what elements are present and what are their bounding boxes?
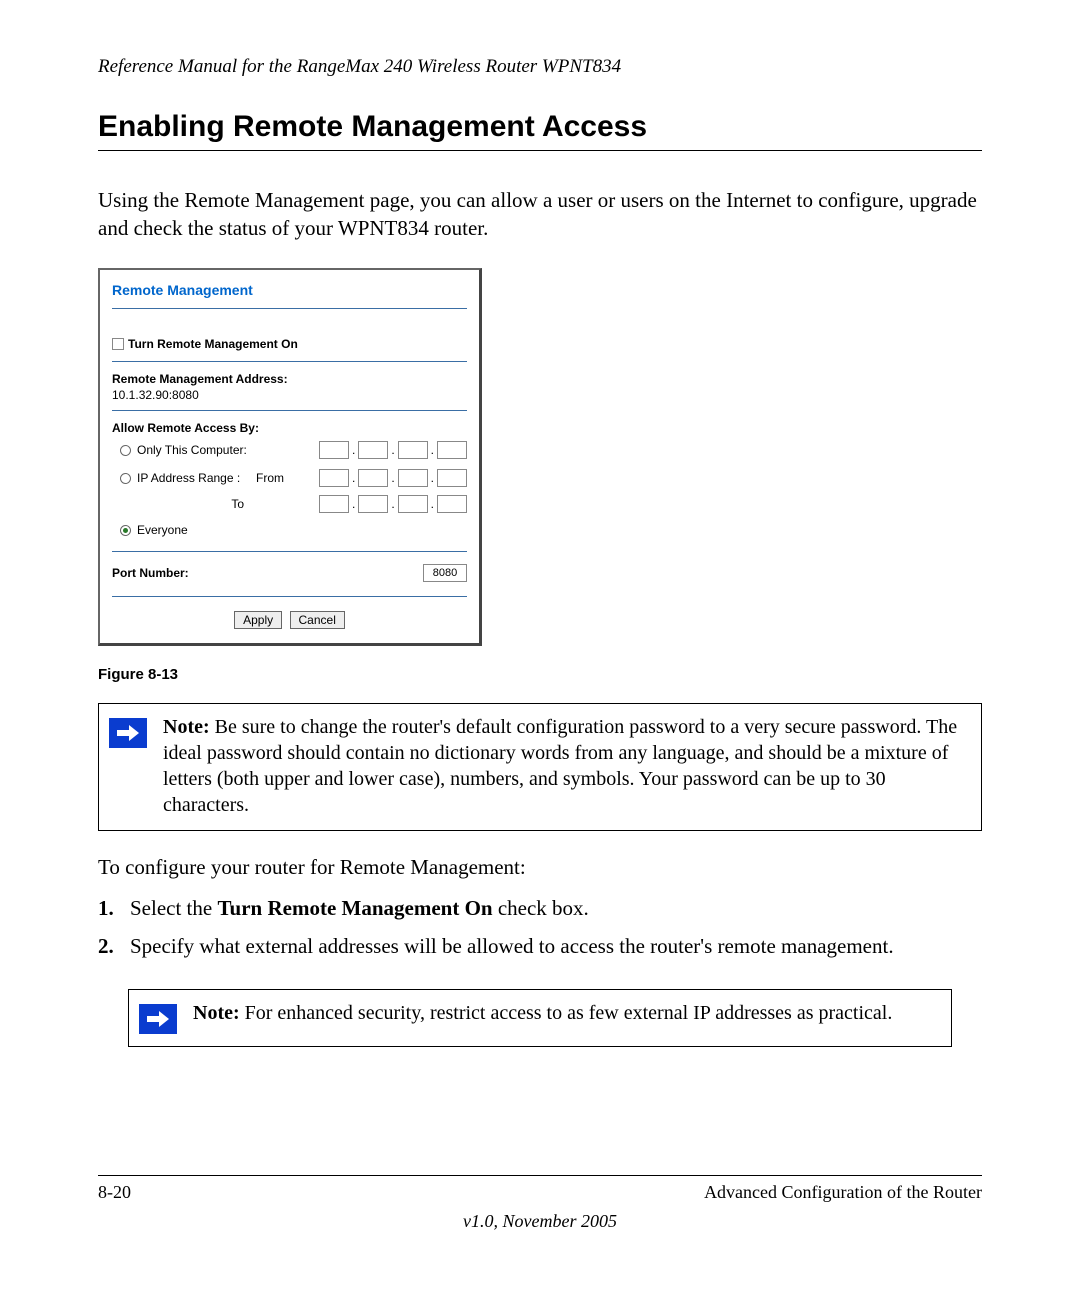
- note-body: Be sure to change the router's default c…: [163, 716, 957, 816]
- step-number: 1.: [98, 894, 114, 923]
- intro-paragraph: Using the Remote Management page, you ca…: [98, 187, 982, 242]
- note-box-1: Note: Be sure to change the router's def…: [98, 703, 982, 831]
- note-body: For enhanced security, restrict access t…: [240, 1002, 893, 1024]
- range-to-octets: . . .: [319, 495, 467, 513]
- only-this-octets: . . .: [319, 441, 467, 459]
- ip-octet-input[interactable]: [398, 469, 428, 487]
- apply-button[interactable]: Apply: [234, 611, 282, 629]
- ip-octet-input[interactable]: [358, 441, 388, 459]
- only-this-label: Only This Computer:: [137, 443, 247, 457]
- doc-version: v1.0, November 2005: [98, 1211, 982, 1232]
- note-lead: Note:: [163, 716, 210, 738]
- ip-range-block: IP Address Range : From . . . To . . .: [112, 465, 467, 517]
- step-text-post: check box.: [493, 896, 589, 920]
- step-number: 2.: [98, 932, 114, 961]
- divider: [112, 308, 467, 309]
- heading-rule: [98, 150, 982, 151]
- address-value: 10.1.32.90:8080: [112, 386, 467, 402]
- arrow-right-icon: [109, 718, 147, 748]
- port-row: Port Number: 8080: [112, 558, 467, 588]
- ip-octet-input[interactable]: [319, 441, 349, 459]
- only-this-radio[interactable]: [120, 445, 131, 456]
- panel-title: Remote Management: [112, 278, 467, 304]
- divider: [112, 596, 467, 597]
- step-2: 2. Specify what external addresses will …: [98, 932, 982, 961]
- range-from-octets: . . .: [319, 469, 467, 487]
- ip-octet-input[interactable]: [437, 441, 467, 459]
- address-label: Remote Management Address:: [112, 372, 467, 386]
- range-to-label: To: [120, 497, 250, 511]
- ip-octet-input[interactable]: [398, 495, 428, 513]
- ip-octet-input[interactable]: [358, 495, 388, 513]
- divider: [112, 410, 467, 411]
- everyone-label: Everyone: [137, 523, 188, 537]
- note-2-text: Note: For enhanced security, restrict ac…: [193, 1000, 892, 1026]
- cancel-button[interactable]: Cancel: [290, 611, 345, 629]
- running-header: Reference Manual for the RangeMax 240 Wi…: [98, 56, 982, 78]
- everyone-row: Everyone: [112, 517, 467, 543]
- turn-on-label: Turn Remote Management On: [128, 337, 298, 351]
- divider: [112, 361, 467, 362]
- ip-octet-input[interactable]: [319, 469, 349, 487]
- step-text-pre: Specify what external addresses will be …: [130, 934, 894, 958]
- chapter-name: Advanced Configuration of the Router: [704, 1182, 982, 1203]
- note-lead: Note:: [193, 1002, 240, 1024]
- ip-range-label: IP Address Range :: [137, 471, 240, 485]
- allow-access-label: Allow Remote Access By:: [112, 417, 467, 435]
- ip-range-radio[interactable]: [120, 473, 131, 484]
- figure-caption: Figure 8-13: [98, 656, 982, 703]
- steps-list: 1. Select the Turn Remote Management On …: [98, 894, 982, 961]
- address-block: Remote Management Address: 10.1.32.90:80…: [112, 368, 467, 402]
- arrow-right-icon: [139, 1004, 177, 1034]
- config-intro: To configure your router for Remote Mana…: [98, 855, 982, 880]
- step-text-pre: Select the: [130, 896, 217, 920]
- port-label: Port Number:: [112, 566, 189, 580]
- page-footer: 8-20 Advanced Configuration of the Route…: [98, 1175, 982, 1232]
- note-box-2: Note: For enhanced security, restrict ac…: [128, 989, 952, 1047]
- remote-management-panel: Remote Management Turn Remote Management…: [98, 268, 482, 646]
- turn-on-row: Turn Remote Management On: [112, 335, 467, 353]
- only-this-computer-row: Only This Computer: . . .: [112, 435, 467, 465]
- ip-octet-input[interactable]: [437, 495, 467, 513]
- step-text-bold: Turn Remote Management On: [217, 896, 492, 920]
- ip-octet-input[interactable]: [437, 469, 467, 487]
- step-1: 1. Select the Turn Remote Management On …: [98, 894, 982, 923]
- note-1-text: Note: Be sure to change the router's def…: [163, 714, 967, 818]
- button-row: Apply Cancel: [112, 603, 467, 629]
- page-number: 8-20: [98, 1182, 131, 1203]
- ip-octet-input[interactable]: [398, 441, 428, 459]
- section-heading: Enabling Remote Management Access: [98, 110, 982, 144]
- ip-octet-input[interactable]: [358, 469, 388, 487]
- everyone-radio[interactable]: [120, 525, 131, 536]
- divider: [112, 551, 467, 552]
- footer-rule: [98, 1175, 982, 1176]
- range-from-label: From: [256, 471, 284, 485]
- figure-screenshot: Remote Management Turn Remote Management…: [98, 268, 982, 646]
- turn-on-checkbox[interactable]: [112, 338, 124, 350]
- port-input[interactable]: 8080: [423, 564, 467, 582]
- ip-octet-input[interactable]: [319, 495, 349, 513]
